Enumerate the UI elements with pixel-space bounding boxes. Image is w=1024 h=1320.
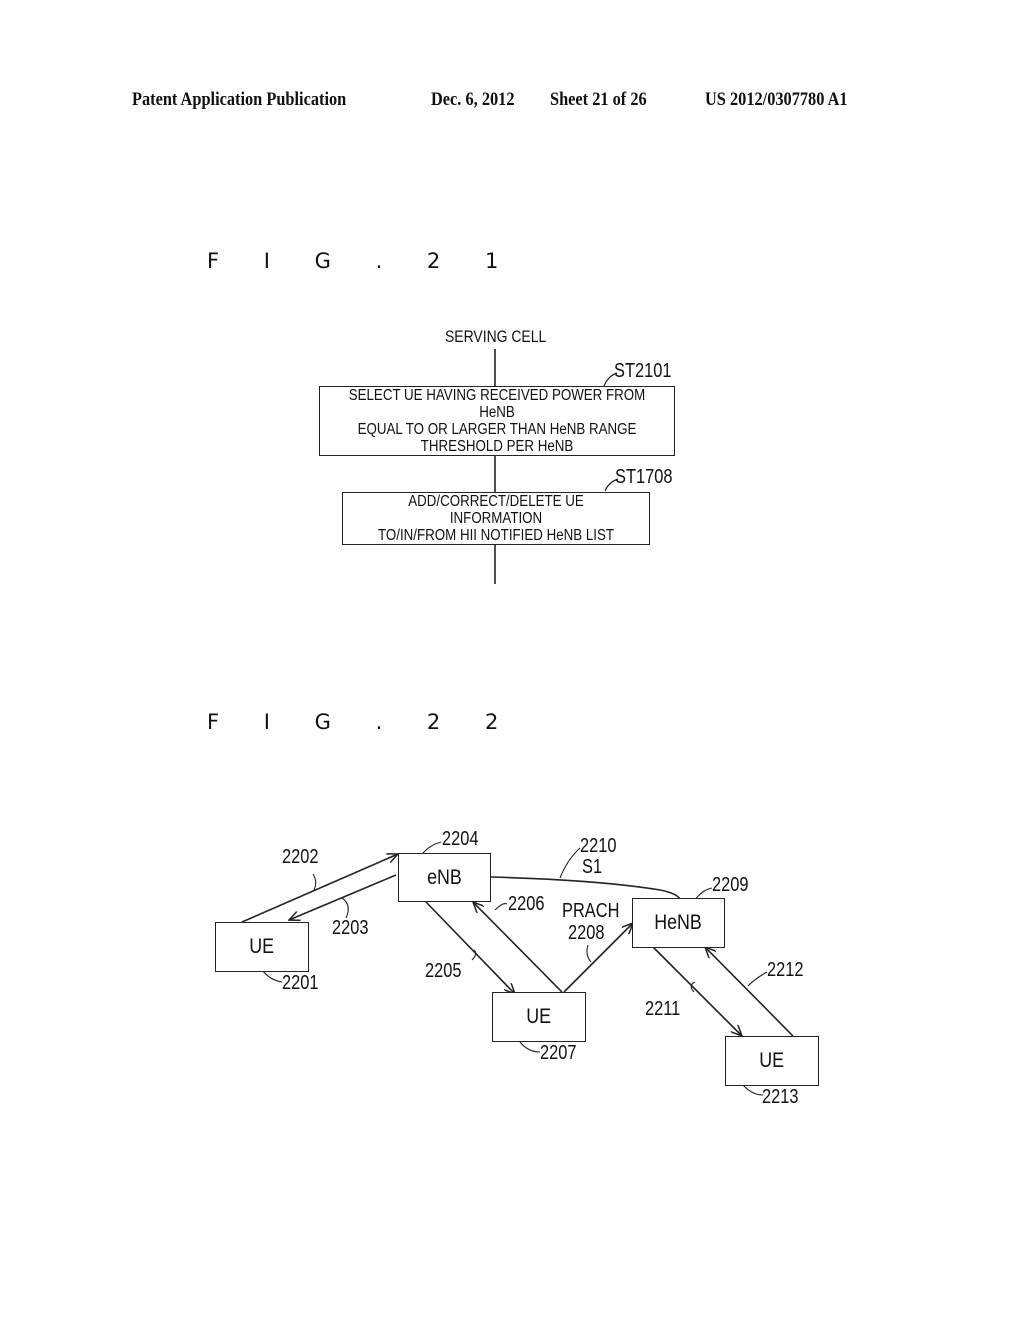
node-label: eNB — [427, 865, 462, 889]
serving-cell-label: SERVING CELL — [445, 327, 547, 346]
leader-2210 — [559, 847, 581, 879]
step-text: TO/IN/FROM HII NOTIFIED HeNB LIST — [377, 527, 615, 544]
node-ue-2201: UE — [215, 922, 309, 972]
ref-2212: 2212 — [767, 959, 804, 981]
leader-2207 — [519, 1041, 541, 1053]
node-label: HeNB — [654, 911, 703, 934]
step-text: EQUAL TO OR LARGER THAN HeNB RANGE — [357, 421, 637, 438]
ref-2207: 2207 — [540, 1042, 577, 1064]
node-label: UE — [526, 1005, 552, 1028]
step-text: THRESHOLD PER HeNB — [420, 438, 574, 455]
ref-2202: 2202 — [282, 846, 319, 868]
node-enb-2204: eNB — [398, 853, 491, 902]
leader-2212 — [747, 971, 768, 987]
ref-2206: 2206 — [508, 893, 545, 915]
leader-2201 — [262, 970, 283, 983]
node-ue-2213: UE — [725, 1036, 819, 1086]
node-henb-2209: HeNB — [632, 898, 725, 948]
leader-2213 — [742, 1084, 764, 1096]
step-text: ADD/CORRECT/DELETE UE INFORMATION — [408, 493, 584, 527]
diagram-lines — [241, 349, 794, 1096]
step-text: SELECT UE HAVING RECEIVED POWER FROM HeN… — [348, 387, 646, 421]
node-label: UE — [249, 935, 275, 958]
node-ue-2207: UE — [492, 992, 586, 1042]
ref-2203: 2203 — [332, 917, 369, 939]
ref-2201: 2201 — [282, 972, 319, 994]
step-id-st1708: ST1708 — [615, 466, 673, 488]
leader-2202 — [312, 873, 317, 891]
step-box-st1708: ADD/CORRECT/DELETE UE INFORMATION TO/IN/… — [342, 492, 650, 545]
leader-2203 — [341, 897, 349, 919]
leader-2204 — [422, 841, 442, 854]
arrow-2211 — [652, 946, 742, 1036]
fig22-title: F I G . 2 2 — [207, 710, 518, 734]
arrow-2202 — [241, 854, 398, 923]
ref-2209: 2209 — [712, 874, 749, 896]
step-id-st2101: ST2101 — [614, 360, 672, 382]
leader-2206 — [494, 903, 508, 911]
link-name-s1: S1 — [582, 856, 603, 878]
node-label: UE — [759, 1049, 785, 1072]
ref-2205: 2205 — [425, 960, 462, 982]
ref-2208: 2208 — [568, 922, 605, 944]
leader-2208 — [586, 944, 592, 963]
ref-2213: 2213 — [762, 1086, 799, 1108]
link-name-prach: PRACH — [562, 900, 620, 922]
ref-2210: 2210 — [580, 835, 617, 857]
ref-2211: 2211 — [645, 998, 681, 1020]
step-box-st2101: SELECT UE HAVING RECEIVED POWER FROM HeN… — [319, 386, 675, 456]
ref-2204: 2204 — [442, 828, 479, 850]
arrow-2203 — [289, 874, 397, 920]
